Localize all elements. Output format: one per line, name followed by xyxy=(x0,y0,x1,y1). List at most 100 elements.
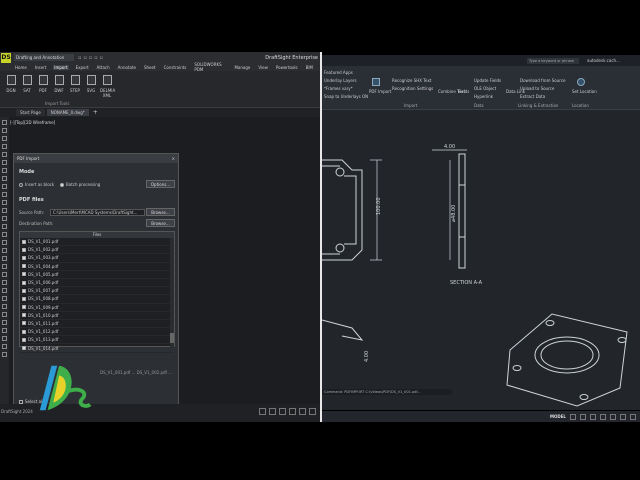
file-checkbox[interactable] xyxy=(22,313,26,318)
tool-icon[interactable] xyxy=(2,168,7,173)
tool-icon[interactable] xyxy=(2,296,7,301)
quick-access-toolbar[interactable]: ▫▫▫▫▫ xyxy=(78,55,105,61)
status-toggle-icon[interactable] xyxy=(299,408,306,415)
tool-icon[interactable] xyxy=(2,288,7,293)
tool-icon[interactable] xyxy=(2,248,7,253)
tool-icon[interactable] xyxy=(2,128,7,133)
file-row[interactable]: DS_V1_002.pdf xyxy=(20,246,174,255)
tab-export[interactable]: Export xyxy=(75,65,90,70)
underlay-layers[interactable]: Underlay Layers xyxy=(324,78,357,83)
import-sat-button[interactable]: SAT xyxy=(20,75,34,93)
tool-icon[interactable] xyxy=(2,336,7,341)
tab-home[interactable]: Home xyxy=(14,65,28,70)
file-checkbox[interactable] xyxy=(22,305,26,310)
customize-icon[interactable] xyxy=(629,413,636,420)
status-toggle-icon[interactable] xyxy=(309,408,316,415)
upload-to-source[interactable]: Upload to Source xyxy=(520,86,554,91)
files-scrollbar[interactable] xyxy=(170,238,174,347)
file-checkbox[interactable] xyxy=(22,280,26,285)
file-checkbox[interactable] xyxy=(22,239,26,244)
import-step-button[interactable]: STEP xyxy=(68,75,82,93)
polar-toggle-icon[interactable] xyxy=(599,413,606,420)
search-input[interactable]: Type a keyword or phrase xyxy=(527,57,579,64)
tool-icon[interactable] xyxy=(2,208,7,213)
osnap-toggle-icon[interactable] xyxy=(609,413,616,420)
download-from-source[interactable]: Download from Source xyxy=(520,78,565,83)
tab-powertools[interactable]: Powertools xyxy=(275,65,299,70)
update-fields[interactable]: Update Fields xyxy=(474,78,501,83)
tool-icon[interactable] xyxy=(2,320,7,325)
snap-toggle-icon[interactable] xyxy=(579,413,586,420)
tool-icon[interactable] xyxy=(2,304,7,309)
source-browse-button[interactable]: Browse... xyxy=(146,208,175,216)
workspace-icon[interactable] xyxy=(619,413,626,420)
scrollbar-thumb[interactable] xyxy=(170,333,174,343)
file-row[interactable]: DS_V1_014.pdf xyxy=(20,344,174,353)
status-toggle-icon[interactable] xyxy=(269,408,276,415)
status-toggle-icon[interactable] xyxy=(289,408,296,415)
tool-icon[interactable] xyxy=(2,160,7,165)
tool-icon[interactable] xyxy=(2,264,7,269)
file-row[interactable]: DS_V1_001.pdf xyxy=(20,238,174,247)
viewport-label[interactable]: [-][Top][2D Wireframe] xyxy=(10,120,55,125)
tab-drawing[interactable]: NONAME_0.dwg* xyxy=(46,109,89,116)
file-row[interactable]: DS_V1_010.pdf xyxy=(20,312,174,320)
tab-insert[interactable]: Insert xyxy=(34,65,47,70)
grid-toggle-icon[interactable] xyxy=(569,413,576,420)
source-path-field[interactable]: C:\Users\Mert\MCAD Systems\DraftSight... xyxy=(50,209,145,216)
file-row[interactable]: DS_V1_011.pdf xyxy=(20,320,174,329)
file-row[interactable]: DS_V1_012.pdf xyxy=(20,328,174,337)
workspace-dropdown[interactable]: Drafting and Annotation xyxy=(14,54,74,61)
file-row[interactable]: DS_V1_013.pdf xyxy=(20,336,174,345)
tool-icon[interactable] xyxy=(2,352,7,357)
tab-constraints[interactable]: Constraints xyxy=(163,65,188,70)
files-list[interactable]: Files DS_V1_001.pdf DS_V1_002.pdf DS_V1_00… xyxy=(19,231,175,353)
file-row[interactable]: DS_V1_009.pdf xyxy=(20,304,174,312)
pdf-import-icon[interactable] xyxy=(372,78,380,86)
status-toggle-icon[interactable] xyxy=(279,408,286,415)
featured-apps[interactable]: Featured Apps xyxy=(324,70,353,75)
tool-icon[interactable] xyxy=(2,144,7,149)
file-row[interactable]: DS_V1_008.pdf xyxy=(20,295,174,304)
tool-icon[interactable] xyxy=(2,224,7,229)
file-checkbox[interactable] xyxy=(22,329,26,334)
new-tab-icon[interactable]: + xyxy=(93,109,98,116)
destination-browse-button[interactable]: Browse... xyxy=(146,219,175,227)
tool-icon[interactable] xyxy=(2,184,7,189)
file-checkbox[interactable] xyxy=(22,264,26,269)
status-toggle-icon[interactable] xyxy=(259,408,266,415)
file-row[interactable]: DS_V1_005.pdf xyxy=(20,271,174,279)
tool-icon[interactable] xyxy=(2,240,7,245)
tab-attach[interactable]: Attach xyxy=(96,65,111,70)
file-checkbox[interactable] xyxy=(22,255,26,260)
file-checkbox[interactable] xyxy=(22,247,26,252)
tool-icon[interactable] xyxy=(2,216,7,221)
close-icon[interactable]: × xyxy=(172,156,175,161)
tool-icon[interactable] xyxy=(2,120,7,125)
tab-import[interactable]: Import xyxy=(53,64,69,70)
tool-icon[interactable] xyxy=(2,328,7,333)
import-dwf-button[interactable]: DWF xyxy=(52,75,66,93)
tab-start-page[interactable]: Start Page xyxy=(16,109,45,116)
tab-sheet[interactable]: Sheet xyxy=(143,65,157,70)
tab-annotate[interactable]: Annotate xyxy=(117,65,137,70)
file-checkbox[interactable] xyxy=(22,288,26,293)
batch-processing-radio[interactable]: Batch processing xyxy=(60,182,100,187)
file-checkbox[interactable] xyxy=(22,272,26,277)
tool-icon[interactable] xyxy=(2,176,7,181)
tool-icon[interactable] xyxy=(2,344,7,349)
import-dgn-button[interactable]: DGN xyxy=(4,75,18,93)
ole-object[interactable]: OLE Object xyxy=(474,86,496,91)
file-row[interactable]: DS_V1_007.pdf xyxy=(20,287,174,296)
tool-icon[interactable] xyxy=(2,272,7,277)
file-row[interactable]: DS_V1_004.pdf xyxy=(20,263,174,271)
recognition-settings[interactable]: Recognition Settings xyxy=(392,86,433,91)
tool-icon[interactable] xyxy=(2,256,7,261)
user-account[interactable]: autodesk.cach... xyxy=(587,58,620,63)
tab-manage[interactable]: Manage xyxy=(233,65,251,70)
tab-bim[interactable]: BIM xyxy=(305,65,314,70)
insert-as-block-radio[interactable]: Insert as block xyxy=(19,182,54,187)
import-svg-button[interactable]: SVG xyxy=(84,75,98,93)
pdf-import-button[interactable]: PDF Import xyxy=(369,89,391,94)
ortho-toggle-icon[interactable] xyxy=(589,413,596,420)
